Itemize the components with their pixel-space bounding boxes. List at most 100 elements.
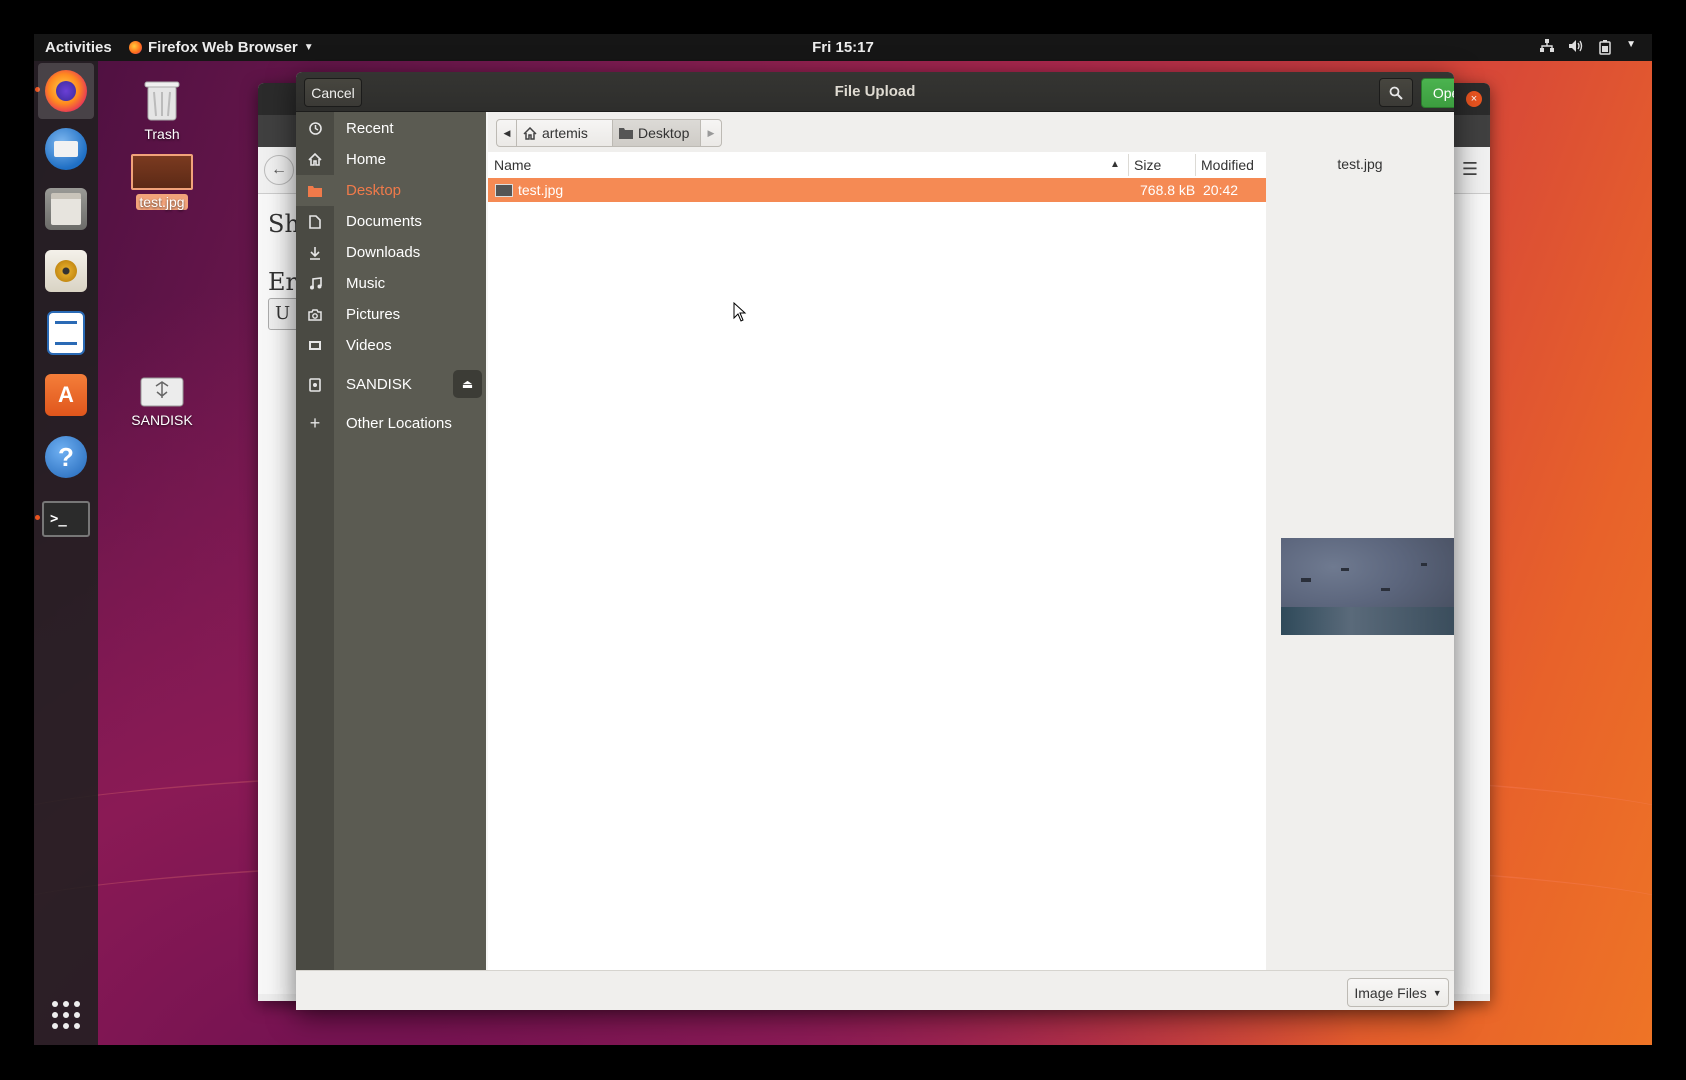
dock-rhythmbox[interactable] <box>38 243 94 299</box>
file-upload-dialog: Cancel File Upload Open Recent Home <box>296 72 1454 1010</box>
file-list[interactable]: Name ▲ Size Modified test.jpg 768.8 kB 2… <box>488 152 1266 970</box>
chevron-down-icon: ▼ <box>1432 987 1442 998</box>
path-segment-label: artemis <box>542 125 588 141</box>
sidebar-item-music[interactable]: Music <box>296 268 486 299</box>
sidebar-item-recent[interactable]: Recent <box>296 113 486 144</box>
battery-icon <box>1598 39 1612 58</box>
image-file-icon <box>131 154 193 190</box>
dock-files[interactable] <box>38 181 94 237</box>
network-icon <box>1540 39 1555 58</box>
search-button[interactable] <box>1379 78 1413 107</box>
thunderbird-icon <box>45 128 87 170</box>
page-heading: Er <box>268 268 297 296</box>
mouse-cursor-icon <box>733 301 747 327</box>
usb-drive-icon <box>139 374 185 408</box>
trash-icon <box>144 78 180 122</box>
dock: A ? >_ <box>34 61 98 1045</box>
column-separator <box>1128 154 1129 176</box>
desktop-icon-label: Trash <box>144 126 180 142</box>
dialog-footer: Image Files ▼ <box>296 970 1454 1010</box>
desktop-icon-sandisk[interactable]: SANDISK <box>118 374 206 428</box>
clock[interactable]: Fri 15:17 <box>34 39 1652 56</box>
chevron-left-icon: ◀ <box>503 127 511 138</box>
eject-button[interactable]: ⏏ <box>453 370 482 398</box>
file-modified: 20:42 <box>1203 182 1239 198</box>
back-icon[interactable]: ← <box>264 155 294 185</box>
files-icon <box>45 188 87 230</box>
home-icon <box>296 153 334 166</box>
sidebar-item-label: Documents <box>346 213 422 230</box>
ubuntu-software-icon: A <box>45 374 87 416</box>
column-header: Name ▲ Size Modified <box>488 152 1266 179</box>
sidebar-item-other-locations[interactable]: + Other Locations <box>296 408 486 439</box>
file-name: test.jpg <box>518 182 564 198</box>
sidebar-item-documents[interactable]: Documents <box>296 206 486 237</box>
help-icon: ? <box>45 436 87 478</box>
menu-icon[interactable]: ☰ <box>1462 159 1478 180</box>
file-chooser-main: ◀ artemis Desktop ▶ Name ▲ Size Modified… <box>488 112 1454 970</box>
document-icon <box>296 214 334 229</box>
column-name[interactable]: Name <box>494 157 531 173</box>
path-segment-desktop[interactable]: Desktop <box>612 119 708 147</box>
volume-icon <box>1568 39 1584 58</box>
terminal-icon: >_ <box>42 501 90 537</box>
path-bar: ◀ artemis Desktop ▶ <box>488 112 1454 152</box>
chevron-right-icon: ▶ <box>707 127 715 138</box>
path-segment-home[interactable]: artemis <box>516 119 614 147</box>
table-row[interactable]: test.jpg 768.8 kB 20:42 <box>488 178 1266 202</box>
sidebar-item-home[interactable]: Home <box>296 144 486 175</box>
file-size: 768.8 kB <box>1140 182 1196 198</box>
sidebar-item-pictures[interactable]: Pictures <box>296 299 486 330</box>
rhythmbox-icon <box>45 250 87 292</box>
video-icon <box>296 340 334 351</box>
file-type-filter[interactable]: Image Files ▼ <box>1347 978 1449 1007</box>
column-size[interactable]: Size <box>1134 157 1161 173</box>
path-segment-label: Desktop <box>638 125 690 141</box>
desktop-icon-trash[interactable]: Trash <box>118 78 206 142</box>
places-sidebar: Recent Home Desktop Documents Downloads … <box>296 112 486 970</box>
sidebar-item-label: Videos <box>346 337 392 354</box>
path-forward-button[interactable]: ▶ <box>700 119 722 147</box>
desktop-icon-label: SANDISK <box>131 412 193 428</box>
top-bar: Activities Firefox Web Browser ▼ Fri 15:… <box>34 34 1652 61</box>
dialog-header: Cancel File Upload Open <box>296 72 1454 112</box>
column-separator <box>1195 154 1196 176</box>
firefox-icon <box>45 70 87 112</box>
eject-icon: ⏏ <box>461 377 474 391</box>
dock-writer[interactable] <box>38 305 94 361</box>
sidebar-item-desktop[interactable]: Desktop <box>296 175 486 206</box>
show-applications-icon[interactable] <box>50 999 82 1031</box>
dock-help[interactable]: ? <box>38 429 94 485</box>
open-button[interactable]: Open <box>1421 78 1454 108</box>
sidebar-item-downloads[interactable]: Downloads <box>296 237 486 268</box>
home-icon <box>523 126 537 140</box>
sidebar-item-label: Music <box>346 275 386 292</box>
dock-thunderbird[interactable] <box>38 121 94 177</box>
music-icon <box>296 277 334 290</box>
sidebar-item-videos[interactable]: Videos <box>296 330 486 361</box>
dock-firefox[interactable] <box>38 63 94 119</box>
sidebar-item-label: Desktop <box>346 182 402 199</box>
preview-thumbnail <box>1281 538 1454 635</box>
sidebar-item-label: Other Locations <box>346 415 452 432</box>
system-tray[interactable]: ▼ <box>1540 39 1636 58</box>
path-back-button[interactable]: ◀ <box>496 119 518 147</box>
sort-ascending-icon: ▲ <box>1110 159 1120 170</box>
dock-terminal[interactable]: >_ <box>38 491 94 547</box>
libreoffice-writer-icon <box>47 311 85 355</box>
desktop-icon-test-jpg[interactable]: test.jpg <box>118 154 206 210</box>
column-modified[interactable]: Modified <box>1201 157 1254 173</box>
preview-pane: test.jpg <box>1266 152 1454 970</box>
drive-icon <box>296 377 334 392</box>
sidebar-item-label: Downloads <box>346 244 421 261</box>
folder-icon <box>296 185 334 197</box>
sidebar-item-label: Pictures <box>346 306 401 323</box>
sidebar-item-label: Recent <box>346 120 394 137</box>
camera-icon <box>296 308 334 321</box>
clock-icon <box>296 122 334 135</box>
dock-software[interactable]: A <box>38 367 94 423</box>
close-icon[interactable]: × <box>1466 91 1482 107</box>
filter-label: Image Files <box>1354 984 1427 1001</box>
search-icon <box>1389 86 1403 100</box>
dialog-title: File Upload <box>834 83 916 100</box>
